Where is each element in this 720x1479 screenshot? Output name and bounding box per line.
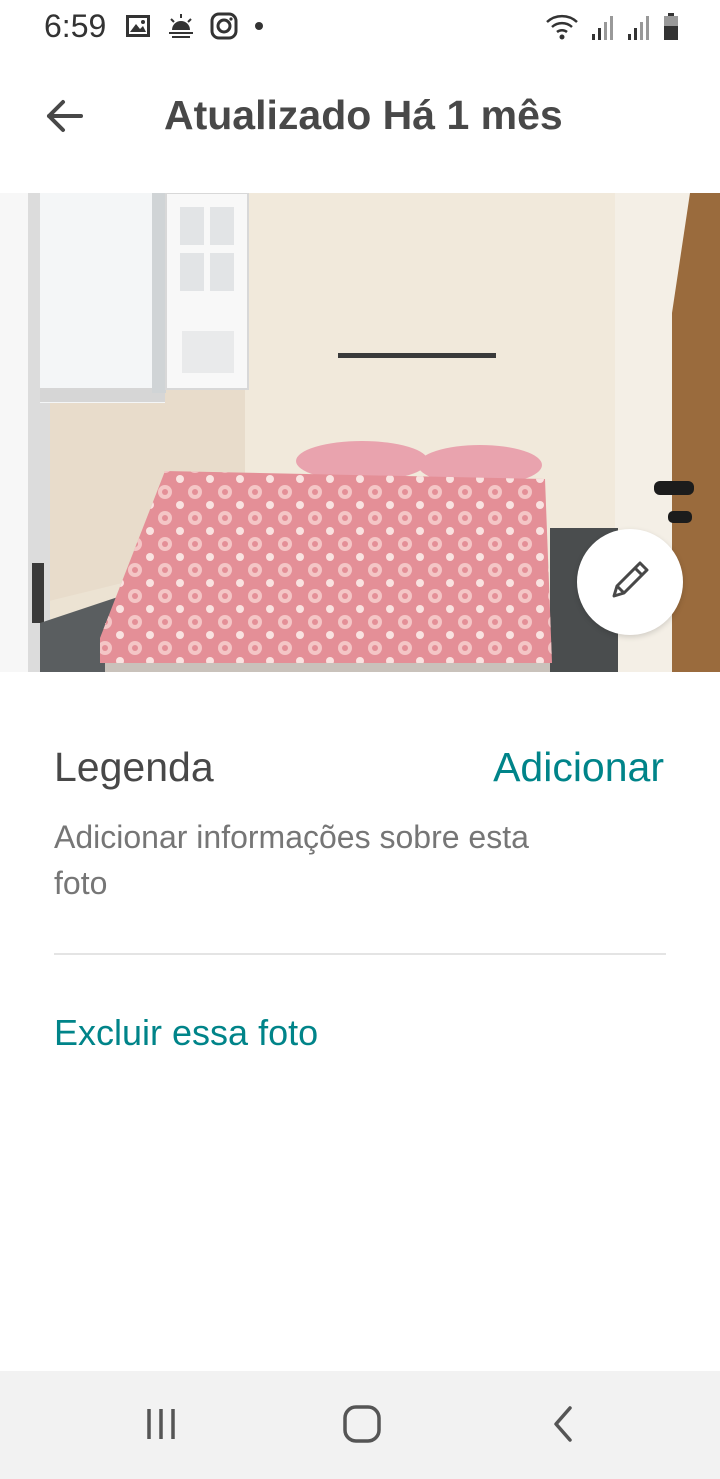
add-caption-button[interactable]: Adicionar xyxy=(493,744,664,791)
battery-icon xyxy=(662,12,680,47)
header: Atualizado Há 1 mês xyxy=(0,70,720,164)
home-icon xyxy=(340,1402,384,1451)
status-time: 6:59 xyxy=(44,8,107,44)
status-bar: 6:59 xyxy=(0,0,720,56)
home-button[interactable] xyxy=(332,1401,392,1451)
recents-button[interactable] xyxy=(131,1401,191,1451)
signal-icon xyxy=(626,12,652,47)
delete-photo-button[interactable]: Excluir essa foto xyxy=(54,1012,318,1054)
arrow-left-icon xyxy=(43,95,85,142)
dot-icon xyxy=(252,12,266,45)
signal-icon xyxy=(590,12,616,47)
instagram-icon xyxy=(210,12,238,45)
divider xyxy=(54,953,666,955)
caption-label: Legenda xyxy=(54,744,214,790)
image-icon xyxy=(124,12,152,45)
system-nav-bar xyxy=(0,1371,720,1479)
nav-back-button[interactable] xyxy=(534,1401,594,1451)
weather-icon xyxy=(166,12,196,45)
recents-icon xyxy=(141,1404,181,1449)
pencil-icon xyxy=(604,554,656,611)
nav-back-icon xyxy=(544,1404,584,1449)
page-title: Atualizado Há 1 mês xyxy=(164,92,563,138)
wifi-icon xyxy=(544,12,580,47)
caption-hint: Adicionar informações sobre esta foto xyxy=(54,819,529,901)
back-button[interactable] xyxy=(36,90,92,146)
status-icons-left xyxy=(124,12,266,45)
edit-photo-button[interactable] xyxy=(577,529,683,635)
status-icons-right xyxy=(544,12,680,47)
